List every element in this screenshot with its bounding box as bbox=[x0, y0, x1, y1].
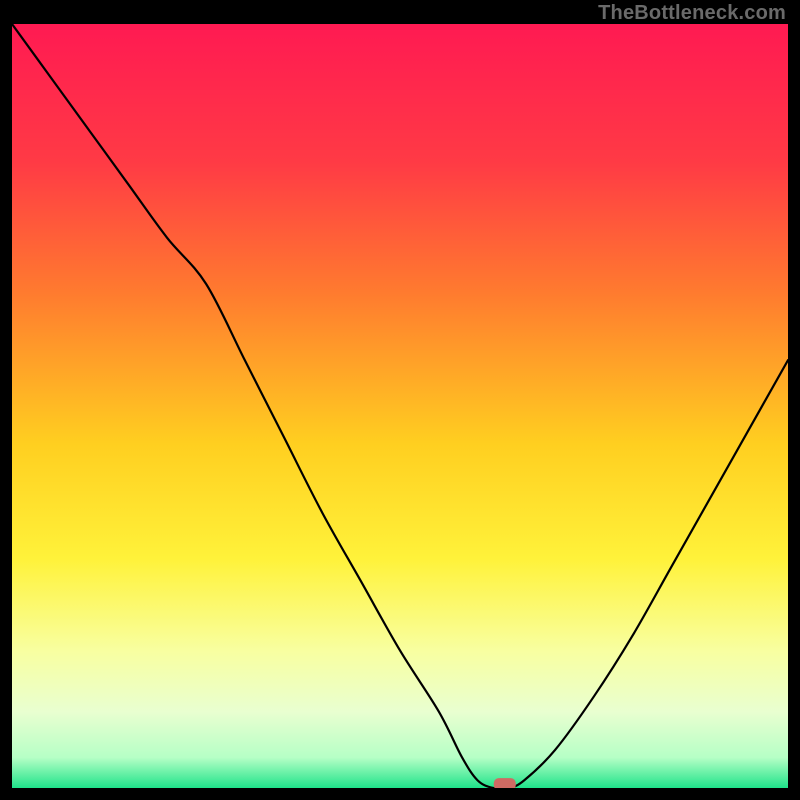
watermark-text: TheBottleneck.com bbox=[598, 2, 786, 25]
gradient-background bbox=[12, 24, 788, 788]
chart-frame: TheBottleneck.com bbox=[0, 0, 800, 800]
chart-svg bbox=[12, 24, 788, 788]
plot-area bbox=[12, 24, 788, 788]
minimum-marker bbox=[494, 778, 516, 788]
